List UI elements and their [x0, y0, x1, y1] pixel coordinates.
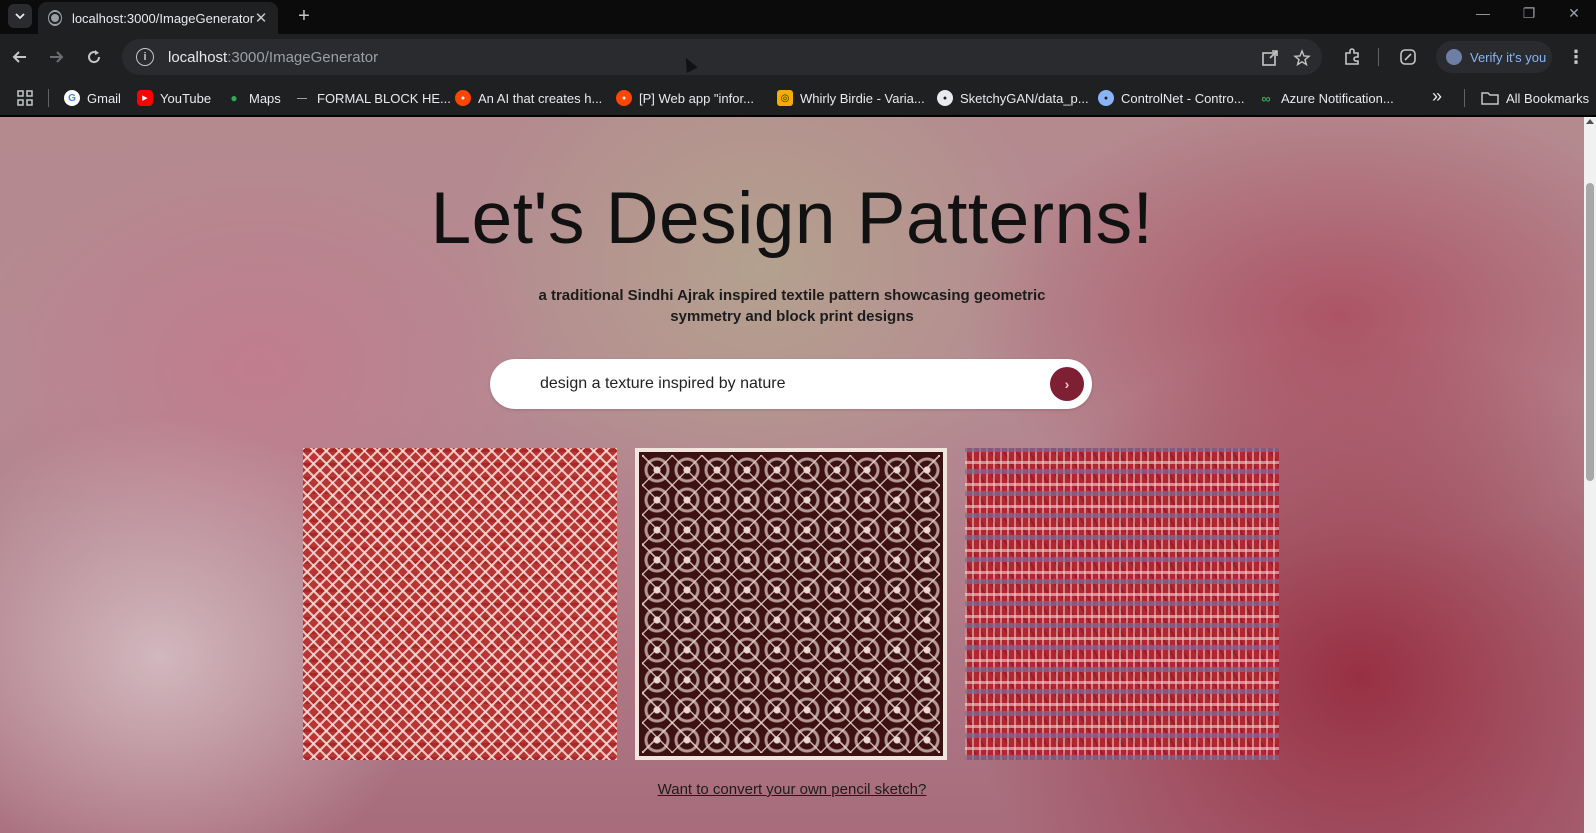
forward-button[interactable]: [40, 41, 72, 73]
reload-button[interactable]: [78, 41, 110, 73]
arrow-right-icon: [50, 51, 64, 63]
restore-button[interactable]: ❐: [1506, 0, 1552, 26]
bookmark-formal-block[interactable]: — FORMAL BLOCK HE...: [294, 88, 451, 108]
url-text: localhost:3000/ImageGenerator: [168, 49, 378, 66]
bookmark-maps[interactable]: ● Maps: [226, 88, 281, 108]
close-tab-icon[interactable]: ✕: [254, 9, 268, 27]
convert-sketch-link[interactable]: Want to convert your own pencil sketch?: [0, 781, 1584, 798]
site-info-icon[interactable]: i: [136, 48, 154, 66]
bookmarks-divider: [1464, 89, 1465, 107]
toolbar-divider: [1378, 48, 1379, 66]
chevron-right-icon: ›: [1064, 376, 1070, 392]
bookmark-label: FORMAL BLOCK HE...: [317, 90, 451, 106]
bookmark-label: ControlNet - Contro...: [1121, 90, 1245, 106]
chevron-down-icon: [15, 13, 25, 20]
globe-icon: [48, 10, 62, 26]
scrollbar-thumb[interactable]: [1586, 183, 1594, 481]
browser-toolbar: i localhost:3000/ImageGenerator Verify i…: [0, 34, 1596, 80]
bookmark-label: Maps: [249, 90, 281, 106]
bookmark-controlnet[interactable]: ● ControlNet - Contro...: [1098, 88, 1245, 108]
address-bar[interactable]: i localhost:3000/ImageGenerator: [122, 39, 1322, 75]
extensions-icon[interactable]: [1340, 43, 1364, 71]
bookmark-label: SketchyGAN/data_p...: [960, 90, 1089, 106]
circle-square-icon: ◎: [777, 90, 793, 106]
minimize-button[interactable]: —: [1460, 0, 1506, 26]
open-in-app-icon[interactable]: [1260, 48, 1280, 68]
url-host: localhost: [168, 48, 228, 66]
github-icon: ●: [937, 90, 953, 106]
reddit-icon: ●: [455, 90, 471, 106]
tab-title: localhost:3000/ImageGenerator: [71, 10, 255, 26]
bookmark-label: Azure Notification...: [1281, 90, 1394, 106]
bookmark-label: [P] Web app "infor...: [639, 90, 754, 106]
tab-search-button[interactable]: [8, 4, 32, 28]
tab-strip: localhost:3000/ImageGenerator ✕ + — ❐ ✕: [0, 0, 1596, 34]
folder-icon: [1481, 92, 1499, 105]
generated-pattern-1[interactable]: [303, 448, 617, 760]
arrow-left-icon: [12, 51, 26, 63]
apps-grid-icon[interactable]: [16, 88, 34, 108]
bookmark-azure[interactable]: ∞ Azure Notification...: [1258, 88, 1394, 108]
reload-icon: [88, 50, 101, 64]
all-bookmarks-button[interactable]: All Bookmarks: [1481, 88, 1589, 108]
google-icon: G: [64, 90, 80, 106]
bookmark-star-icon[interactable]: [1292, 48, 1312, 68]
verify-label: Verify it's you: [1470, 49, 1547, 65]
all-bookmarks-label: All Bookmarks: [1506, 90, 1590, 106]
dash-icon: —: [297, 92, 307, 104]
page-subtitle: a traditional Sindhi Ajrak inspired text…: [538, 287, 1046, 325]
bookmark-reddit-webapp[interactable]: ● [P] Web app "infor...: [616, 88, 754, 108]
prompt-input[interactable]: [540, 375, 1020, 393]
bookmark-label: An AI that creates h...: [478, 90, 603, 106]
url-path: :3000/ImageGenerator: [227, 48, 379, 66]
azure-icon: ∞: [1261, 90, 1271, 106]
bookmarks-overflow-button[interactable]: »: [1432, 86, 1442, 106]
bookmarks-bar: G Gmail ▶ YouTube ● Maps — FORMAL BLOCK HE..…: [0, 80, 1596, 116]
page-scrollbar[interactable]: [1584, 117, 1596, 833]
bookmark-reddit-ai[interactable]: ● An AI that creates h...: [455, 88, 602, 108]
reddit-icon: ●: [616, 90, 632, 106]
globe-icon: ●: [1098, 90, 1114, 106]
page-title: Let's Design Patterns!: [430, 178, 1154, 259]
bookmark-sketchygan[interactable]: ● SketchyGAN/data_p...: [937, 88, 1089, 108]
maps-pin-icon: ●: [230, 91, 238, 105]
generate-button[interactable]: ›: [1050, 367, 1084, 401]
prompt-form: ›: [490, 359, 1092, 409]
bookmarks-divider: [48, 89, 49, 107]
bookmark-label: YouTube: [160, 90, 212, 106]
scroll-up-arrow-icon[interactable]: [1586, 119, 1594, 124]
profile-verify-button[interactable]: Verify it's you: [1436, 41, 1552, 73]
active-tab[interactable]: localhost:3000/ImageGenerator ✕: [38, 2, 278, 34]
youtube-icon: ▶: [137, 90, 153, 106]
performance-icon[interactable]: [1396, 43, 1420, 71]
page-viewport: Let's Design Patterns! a traditional Sin…: [0, 117, 1584, 833]
back-button[interactable]: [4, 41, 36, 73]
generated-pattern-3[interactable]: [965, 448, 1279, 760]
generated-pattern-2[interactable]: [635, 448, 947, 760]
close-window-button[interactable]: ✕: [1552, 0, 1596, 26]
bookmark-gmail[interactable]: G Gmail: [64, 88, 121, 108]
bookmark-label: Whirly Birdie - Varia...: [800, 90, 925, 106]
new-tab-button[interactable]: +: [290, 2, 318, 30]
avatar: [1446, 49, 1462, 65]
browser-menu-button[interactable]: ⋮: [1566, 47, 1586, 67]
pattern-2-artwork: [639, 452, 943, 756]
bookmark-youtube[interactable]: ▶ YouTube: [137, 88, 211, 108]
bookmark-label: Gmail: [87, 90, 121, 106]
bookmark-whirly-birdie[interactable]: ◎ Whirly Birdie - Varia...: [777, 88, 925, 108]
